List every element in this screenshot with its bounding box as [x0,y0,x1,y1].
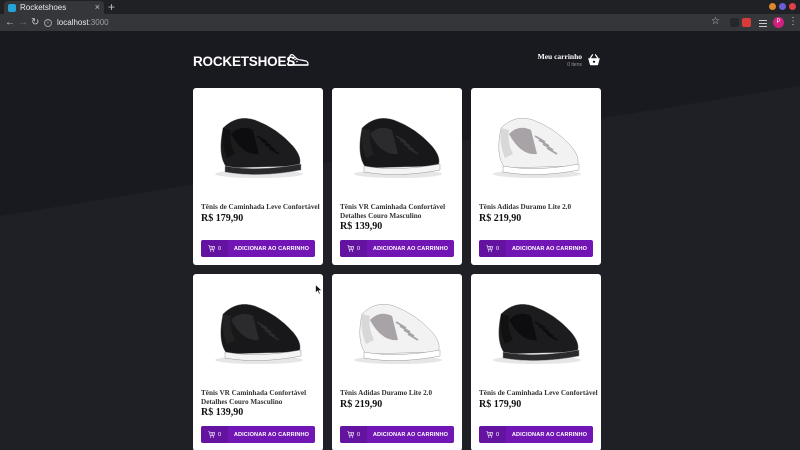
close-window-button[interactable] [789,3,796,10]
cart-amount-badge: 0 [201,426,228,443]
address-bar[interactable]: i localhost :3000 [44,16,724,29]
cart-link[interactable]: Meu carrinho 0 itens [538,52,601,68]
product-price: R$ 219,90 [340,399,383,410]
extension-icon[interactable] [730,18,739,27]
product-title: Tênis VR Caminhada Confortável Detalhes … [340,203,446,220]
favicon-icon [8,3,16,12]
product-image [215,304,303,364]
add-to-cart-label: ADICIONAR AO CARRINHO [233,245,310,252]
add-to-cart-label: ADICIONAR AO CARRINHO [511,245,588,252]
add-to-cart-button[interactable]: 0 ADICIONAR AO CARRINHO [201,426,315,443]
add-to-cart-button[interactable]: 0 ADICIONAR AO CARRINHO [340,240,454,257]
add-to-cart-button[interactable]: 0 ADICIONAR AO CARRINHO [479,240,593,257]
product-title: Tênis de Caminhada Leve Confortável [201,203,320,211]
site-header: ROCKETSHOES Meu carrinho 0 itens [193,49,601,77]
add-to-cart-button[interactable]: 0 ADICIONAR AO CARRINHO [340,426,454,443]
profile-avatar[interactable]: P [773,17,784,28]
cart-amount-badge: 0 [340,426,367,443]
add-to-cart-label: ADICIONAR AO CARRINHO [233,431,310,438]
url-host: localhost [57,18,89,27]
add-shopping-cart-icon [486,245,493,252]
add-shopping-cart-icon [486,431,493,438]
product-image [354,304,442,364]
product-card: Tênis VR Caminhada Confortável Detalhes … [332,88,462,265]
product-image [493,118,581,178]
cart-amount: 0 [356,431,361,438]
window-controls [769,3,796,10]
product-card: Tênis de Caminhada Leve Confortável R$ 1… [471,274,601,450]
kebab-menu-icon[interactable]: ⋮ [788,16,798,28]
product-image [493,304,581,364]
mouse-cursor-icon [315,284,323,295]
add-to-cart-label: ADICIONAR AO CARRINHO [372,245,449,252]
url-port: :3000 [88,18,109,27]
cart-amount: 0 [217,245,222,252]
product-price: R$ 219,90 [479,213,522,224]
extension-red-icon[interactable] [742,18,751,27]
cart-amount: 0 [495,431,500,438]
forward-icon[interactable]: → [18,16,28,29]
add-shopping-cart-icon [347,245,354,252]
new-tab-button[interactable]: + [108,1,115,13]
add-shopping-cart-icon [347,431,354,438]
cart-title: Meu carrinho [537,52,582,61]
product-price: R$ 139,90 [201,407,244,418]
reload-icon[interactable]: ↻ [31,16,39,29]
sneaker-logo-icon[interactable] [287,52,309,68]
product-price: R$ 139,90 [340,221,383,232]
product-image [354,118,442,178]
product-price: R$ 179,90 [479,399,522,410]
back-icon[interactable]: ← [5,16,15,29]
browser-tab-bar: Rocketshoes × + [0,0,800,14]
product-card: Tênis Adidas Duramo Lite 2.0 R$ 219,90 0… [332,274,462,450]
add-to-cart-label: ADICIONAR AO CARRINHO [372,431,449,438]
add-shopping-cart-icon [208,245,215,252]
bookmark-star-icon[interactable]: ☆ [711,16,720,28]
cart-amount-badge: 0 [201,240,228,257]
add-to-cart-button[interactable]: 0 ADICIONAR AO CARRINHO [201,240,315,257]
cart-amount: 0 [356,245,361,252]
browser-toolbar: ← → ↻ i localhost :3000 ☆ P ⋮ [0,14,800,31]
cart-count: 0 itens [567,62,582,68]
info-icon[interactable]: i [44,18,52,27]
cart-amount: 0 [217,431,222,438]
media-queue-icon[interactable] [759,18,768,27]
page: ROCKETSHOES Meu carrinho 0 itens Tênis d… [0,31,800,450]
cart-amount: 0 [495,245,500,252]
add-shopping-cart-icon [208,431,215,438]
product-card: Tênis de Caminhada Leve Confortável R$ 1… [193,88,323,265]
logo-text[interactable]: ROCKETSHOES [193,54,295,69]
product-title: Tênis Adidas Duramo Lite 2.0 [479,203,572,211]
tab-close-icon[interactable]: × [95,3,100,12]
cart-amount-badge: 0 [479,426,506,443]
browser-tab[interactable]: Rocketshoes × [4,1,104,14]
product-card: Tênis Adidas Duramo Lite 2.0 R$ 219,90 0… [471,88,601,265]
product-card: Tênis VR Caminhada Confortável Detalhes … [193,274,323,450]
cart-amount-badge: 0 [479,240,506,257]
cart-text: Meu carrinho 0 itens [538,52,582,68]
minimize-button[interactable] [769,3,776,10]
product-title: Tênis de Caminhada Leve Confortável [479,389,598,397]
shopping-basket-icon [588,54,600,66]
add-to-cart-label: ADICIONAR AO CARRINHO [511,431,588,438]
cart-amount-badge: 0 [340,240,367,257]
maximize-button[interactable] [779,3,786,10]
add-to-cart-button[interactable]: 0 ADICIONAR AO CARRINHO [479,426,593,443]
tab-title: Rocketshoes [20,3,67,12]
product-price: R$ 179,90 [201,213,244,224]
product-image [215,118,303,178]
product-title: Tênis VR Caminhada Confortável Detalhes … [201,389,307,406]
product-title: Tênis Adidas Duramo Lite 2.0 [340,389,433,397]
